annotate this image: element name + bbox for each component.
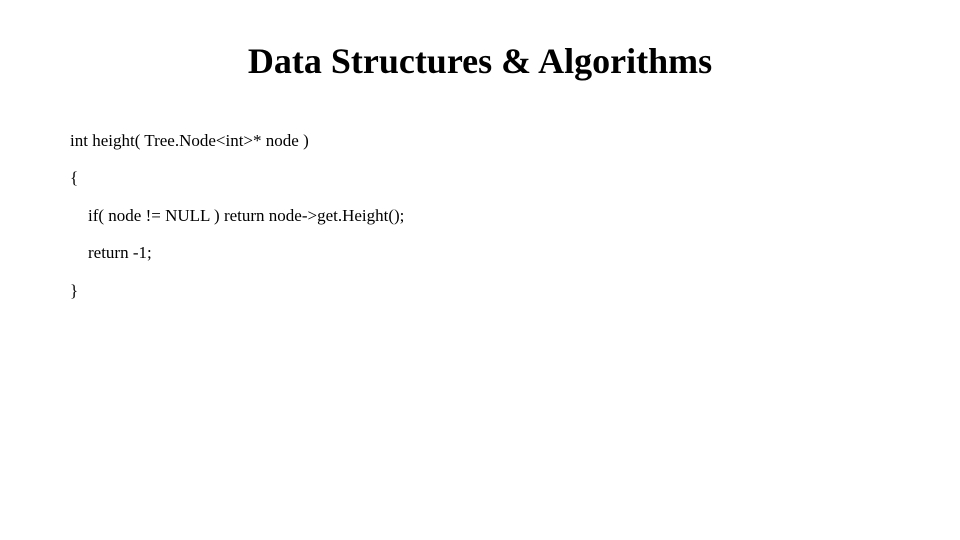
code-line-if: if( node != NULL ) return node->get.Heig… [70,197,890,234]
code-line-close-brace: } [70,272,890,309]
code-line-signature: int height( Tree.Node<int>* node ) [70,122,890,159]
slide-title: Data Structures & Algorithms [70,40,890,82]
code-line-open-brace: { [70,159,890,196]
slide: Data Structures & Algorithms int height(… [0,0,960,540]
code-line-return: return -1; [70,234,890,271]
code-block: int height( Tree.Node<int>* node ) { if(… [70,122,890,309]
